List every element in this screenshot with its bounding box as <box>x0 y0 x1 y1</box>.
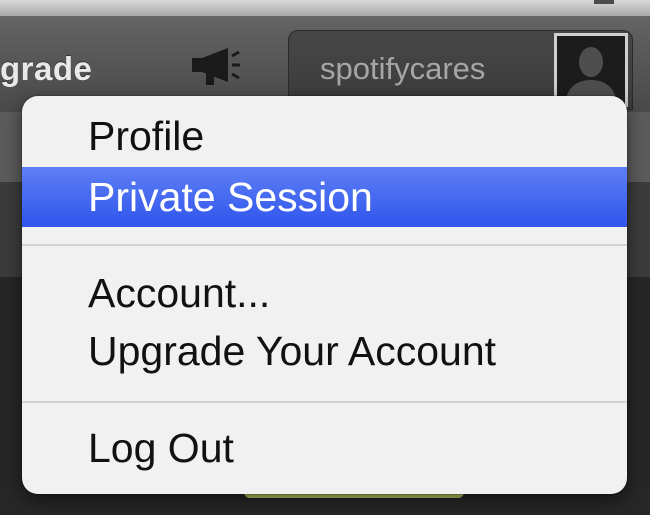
window-top-nub <box>594 0 614 4</box>
username-label: spotifycares <box>320 51 486 86</box>
window-top-strip <box>0 0 650 16</box>
account-dropdown-menu: Profile Private Session Account... Upgra… <box>22 96 627 494</box>
menu-item-upgrade-account[interactable]: Upgrade Your Account <box>22 321 627 381</box>
menu-item-log-out[interactable]: Log Out <box>22 418 627 478</box>
menu-item-private-session[interactable]: Private Session <box>22 167 627 227</box>
user-silhouette-icon <box>557 36 625 104</box>
menu-separator <box>22 401 627 403</box>
menu-item-profile[interactable]: Profile <box>22 106 627 166</box>
upgrade-link[interactable]: grade <box>0 50 92 88</box>
megaphone-icon[interactable] <box>190 46 242 88</box>
menu-item-account[interactable]: Account... <box>22 263 627 323</box>
menu-separator <box>22 244 627 246</box>
